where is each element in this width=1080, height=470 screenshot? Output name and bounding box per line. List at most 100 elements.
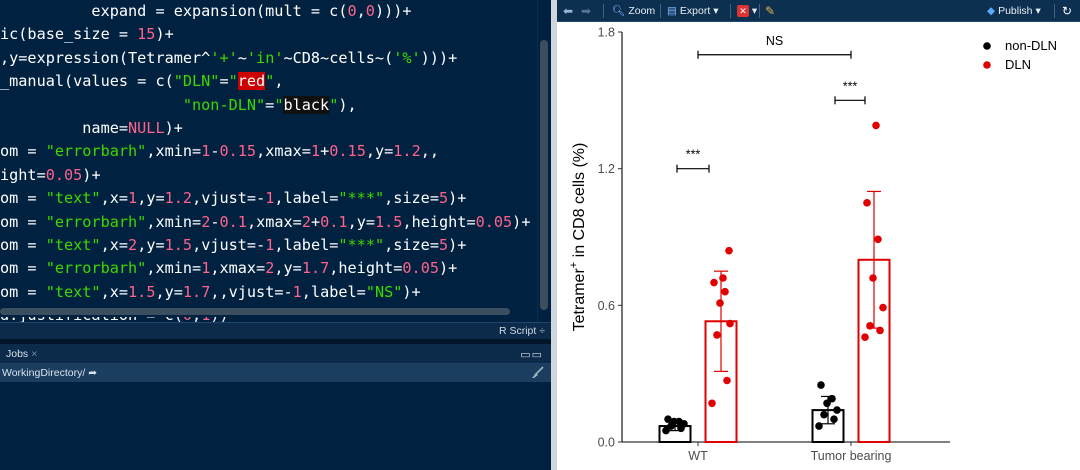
editor-vertical-scroll-thumb[interactable]	[540, 40, 548, 310]
toolbar-separator	[759, 4, 760, 18]
data-point-DLN	[723, 376, 731, 385]
code-token: "	[265, 72, 275, 91]
code-token: om =	[0, 235, 46, 254]
editor-horizontal-scroll-thumb[interactable]	[0, 308, 510, 315]
code-line[interactable]: om = "errorbarh",xmin=1-0.15,xmax=1+0.15…	[0, 140, 537, 163]
pane-minimize-maximize-icon[interactable]: ▭▭	[520, 348, 543, 361]
code-line[interactable]: expand = expansion(mult = c(0,0)))+	[0, 0, 537, 23]
code-line[interactable]: om = "text",x=1,y=1.2,vjust=-1,label="**…	[0, 187, 537, 210]
data-point-DLN	[869, 274, 877, 282]
code-token: 'in'	[246, 48, 284, 67]
data-point-DLN	[726, 319, 734, 328]
code-token: )+	[448, 189, 467, 208]
code-token: )+	[438, 259, 458, 278]
code-line[interactable]: om = "errorbarh",xmin=1,xmax=2,y=1.7,hei…	[0, 257, 537, 280]
code-token: expand = expansion(mult = c(	[0, 2, 348, 20]
code-line[interactable]: om = "text",x=2,y=1.5,vjust=-1,label="**…	[0, 234, 537, 257]
chart-annotations: *** *** NS	[676, 34, 866, 173]
code-token: )+	[164, 118, 183, 137]
data-point-DLN	[863, 199, 871, 207]
code-line[interactable]: om = "text",x=1.5,y=1.7,,vjust=-1,label=…	[0, 281, 537, 304]
code-line[interactable]: ight=0.05)+	[0, 164, 537, 187]
code-token: 0.05	[475, 212, 513, 231]
code-token: "DLN"	[173, 72, 220, 91]
code-editor[interactable]: expand = expansion(mult = c(0,0)))+ ic(ba…	[0, 0, 551, 322]
export-button[interactable]: ▤ Export ▾	[667, 3, 718, 19]
code-token: ,xmin=	[146, 259, 202, 278]
x-tick-label: Tumor bearing	[811, 449, 892, 463]
code-token: ,y=	[274, 259, 302, 278]
data-point-non-DLN	[820, 410, 828, 419]
code-token: _manual(values = c(	[0, 72, 174, 91]
code-token: ,x=	[100, 282, 129, 301]
close-icon[interactable]: ×	[31, 348, 37, 360]
code-token: )+	[448, 235, 467, 254]
data-point-non-DLN	[664, 415, 672, 424]
code-token: "errorbarh"	[45, 212, 147, 231]
significance-label: NS	[766, 34, 783, 48]
code-line[interactable]: ,y=expression(Tetramer^'+'~'in'~CD8~cell…	[0, 47, 537, 70]
code-token: 1.5	[128, 282, 156, 301]
code-token: ~	[237, 48, 247, 67]
script-type-selector[interactable]: R Script ÷	[499, 325, 545, 337]
chevron-down-icon: ▾	[713, 5, 719, 17]
console-output[interactable]	[0, 382, 551, 470]
data-point-DLN	[713, 331, 721, 339]
publish-button[interactable]: ◆ Publish ▾	[987, 3, 1041, 19]
code-token: 1	[265, 189, 275, 208]
code-line[interactable]: _manual(values = c("DLN"="red",	[0, 70, 537, 93]
y-tick-label: 0.6	[598, 299, 615, 313]
data-point-DLN	[874, 235, 882, 244]
refresh-icon[interactable]: ↻	[1062, 3, 1072, 19]
code-line[interactable]: om = "errorbarh",xmin=2-0.1,xmax=2+0.1,y…	[0, 211, 537, 234]
code-text[interactable]: expand = expansion(mult = c(0,0)))+ ic(ba…	[0, 0, 537, 322]
zoom-button[interactable]: 🔍︎ Zoom	[612, 3, 655, 19]
remove-plot-button[interactable]: ✕ ▾	[737, 3, 757, 19]
code-token: 2	[301, 212, 311, 231]
data-point-DLN	[708, 399, 716, 408]
tab-jobs[interactable]: Jobs ×	[6, 348, 37, 360]
forward-arrow-icon[interactable]: ➡	[581, 3, 591, 19]
code-line[interactable]: "non-DLN"="black"),	[0, 94, 537, 117]
console-tab-bar: Jobs × ▭▭	[0, 344, 551, 364]
code-token: om =	[0, 189, 46, 208]
code-token: 1	[201, 142, 211, 161]
code-token: ,label=	[274, 235, 339, 254]
code-token: om =	[0, 142, 46, 161]
code-token: 0	[365, 2, 375, 20]
code-token: ~CD8~cells~(	[283, 48, 394, 67]
toolbar-separator	[730, 4, 731, 18]
export-icon: ▤	[667, 5, 677, 17]
code-token: ,xmin=	[146, 212, 202, 231]
clear-plots-broom-icon[interactable]: ✎	[765, 3, 775, 19]
code-token: ,,	[420, 142, 440, 161]
code-token: om =	[0, 212, 46, 231]
working-directory-path: WorkingDirectory/	[2, 367, 86, 379]
go-to-directory-icon[interactable]: ➦	[88, 367, 97, 379]
code-token: ,xmin=	[146, 142, 202, 161]
code-token: om =	[0, 282, 46, 301]
broom-icon[interactable]	[531, 365, 545, 382]
code-token: )+	[512, 212, 531, 231]
code-token: "***"	[338, 235, 385, 254]
chart-bars	[658, 190, 891, 444]
data-point-DLN	[879, 303, 887, 312]
code-token: ,,vjust=-	[210, 282, 293, 301]
code-token: "errorbarh"	[45, 259, 147, 278]
editor-horizontal-scrollbar[interactable]	[0, 305, 537, 317]
code-token: ,size=	[384, 189, 439, 208]
chart-legend: non-DLN DLN	[983, 38, 1057, 72]
code-token: 1.7	[182, 282, 211, 301]
code-token: '+'	[210, 48, 238, 67]
code-token: black	[283, 95, 330, 114]
code-token: ,vjust=-	[192, 189, 266, 208]
data-point-DLN	[725, 246, 733, 255]
editor-vertical-scrollbar[interactable]	[537, 0, 551, 322]
code-token: ),	[338, 95, 357, 114]
code-line[interactable]: ic(base_size = 15)+	[0, 23, 537, 46]
back-arrow-icon[interactable]: ⬅	[563, 3, 573, 19]
code-token: name=	[0, 118, 129, 137]
code-token: 0.15	[329, 142, 366, 161]
code-line[interactable]: name=NULL)+	[0, 117, 537, 140]
code-token: NULL	[128, 118, 165, 137]
